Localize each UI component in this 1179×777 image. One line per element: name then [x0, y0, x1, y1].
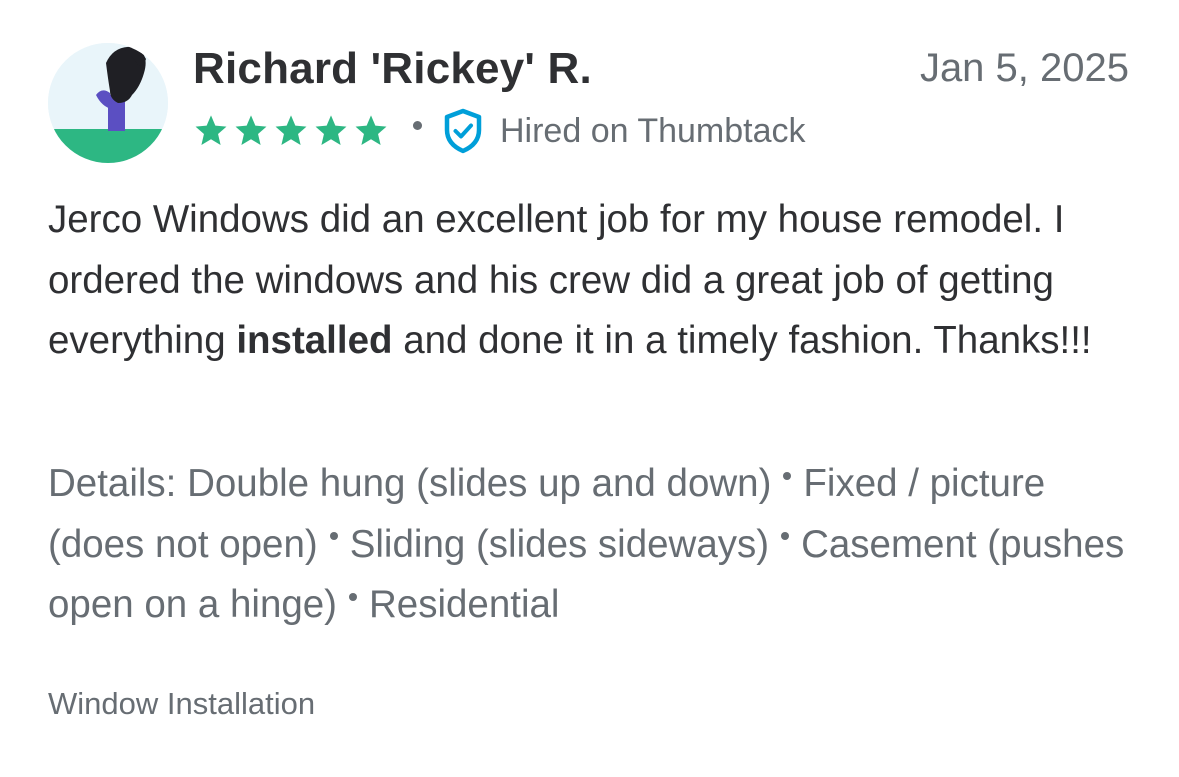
bullet-separator [783, 471, 792, 480]
hired-on-thumbtack-label: Hired on Thumbtack [500, 111, 806, 150]
avatar [48, 43, 168, 163]
star-icon [195, 115, 227, 145]
details-label: Details: [48, 462, 177, 505]
detail-item: Sliding (slides sideways) [349, 522, 770, 566]
review-body: Jerco Windows did an excellent job for m… [48, 190, 1143, 372]
bullet-separator [329, 532, 338, 541]
review-card: Richard 'Rickey' R. Jan 5, 2025 Hired on… [0, 0, 1179, 777]
star-icon [235, 115, 267, 145]
review-body-highlight: installed [236, 319, 393, 362]
star-icon [355, 115, 387, 145]
review-body-text-end: and done it in a timely fashion. Thanks!… [392, 319, 1092, 362]
review-meta: Hired on Thumbtack [193, 108, 806, 154]
bullet-separator [349, 592, 357, 601]
separator-dot [413, 120, 422, 130]
reviewer-name: Richard 'Rickey' R. [193, 44, 592, 93]
review-details: Details: Double hung (slides up and down… [48, 454, 1143, 636]
service-category: Window Installation [48, 686, 316, 721]
star-rating [193, 113, 389, 149]
star-icon [315, 115, 347, 145]
hired-badge: Hired on Thumbtack [442, 108, 806, 154]
bullet-separator [781, 532, 790, 541]
avatar-illustration-icon [48, 43, 168, 163]
detail-item: Double hung (slides up and down) [187, 462, 772, 505]
star-icon [275, 115, 307, 145]
shield-check-icon [444, 108, 482, 154]
review-date: Jan 5, 2025 [919, 46, 1129, 90]
detail-item: Residential [369, 583, 560, 626]
